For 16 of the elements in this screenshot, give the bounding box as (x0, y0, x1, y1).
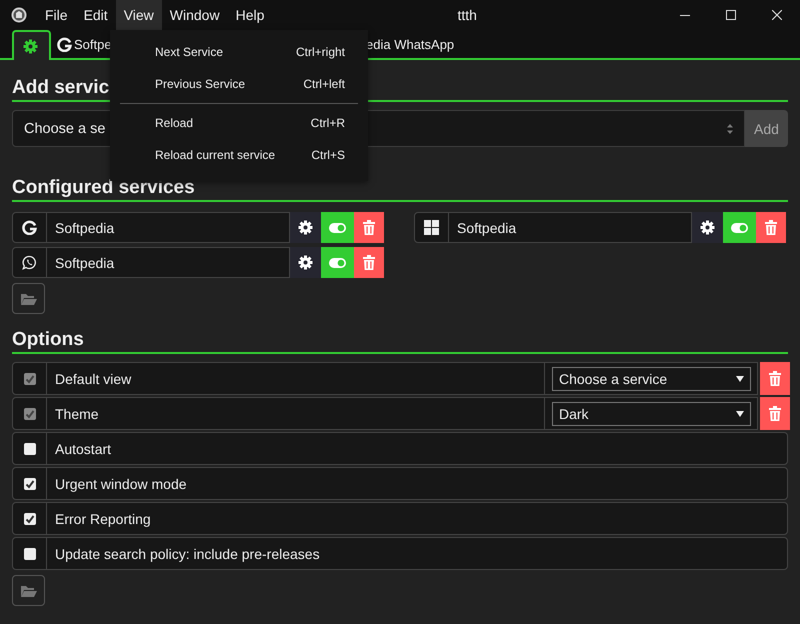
option-label: Error Reporting (54, 510, 151, 529)
shortcut-label: Ctrl+R (310, 116, 345, 130)
section-heading: Options (12, 328, 788, 354)
menu-entry-label: Previous Service (155, 77, 246, 91)
option-label: Autostart (54, 440, 112, 458)
option-label: Default view (54, 370, 132, 388)
option-label: Update search policy: include pre-releases (54, 544, 320, 564)
option-label: Theme (54, 404, 99, 424)
shortcut-label: Ctrl+S (311, 148, 345, 162)
menu-entry-label: Reload (155, 116, 194, 130)
menu-entry-label: Reload current service (155, 148, 276, 162)
shortcut-label: Ctrl+right (296, 45, 345, 59)
window-title: ttth (456, 7, 478, 23)
option-label: Urgent window mode (54, 474, 187, 494)
shortcut-label: Ctrl+left (303, 77, 345, 91)
menu-entry-label: Next Service (155, 45, 224, 59)
